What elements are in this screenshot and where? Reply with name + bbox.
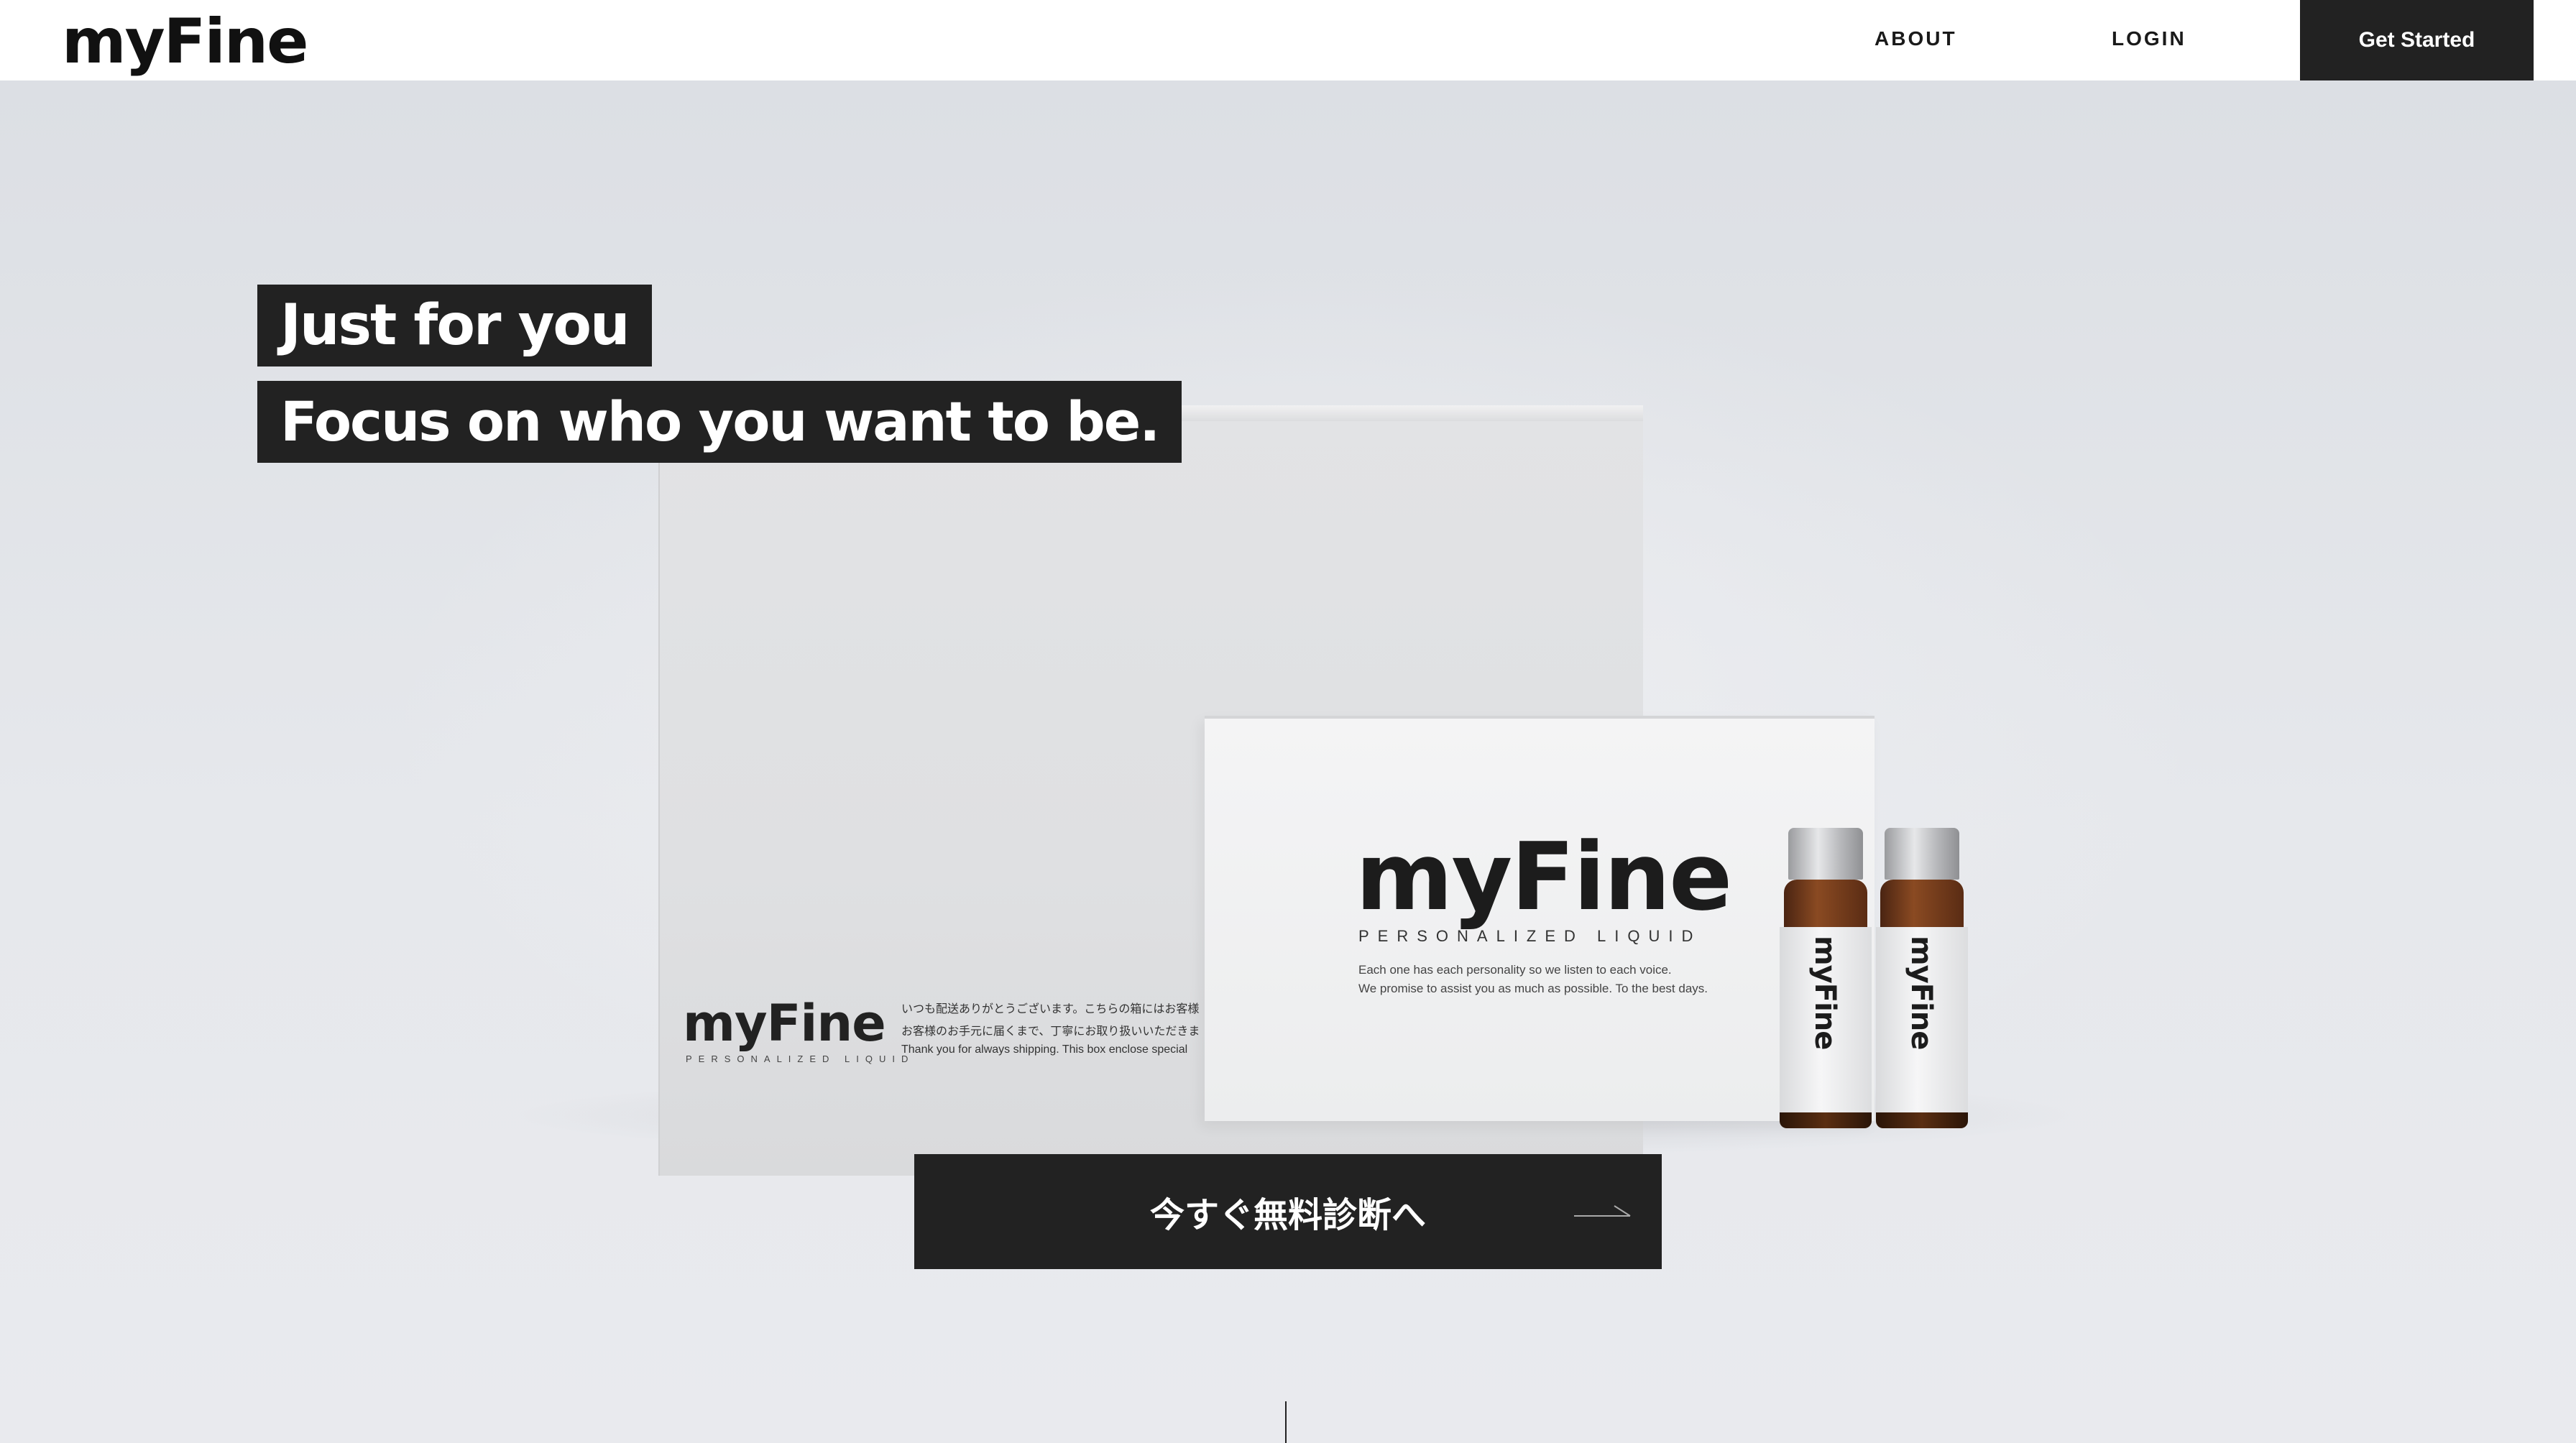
bottle-cap (1885, 828, 1959, 880)
site-logo[interactable]: myFine (62, 7, 308, 76)
hero-section: myFine PERSONALIZED LIQUID いつも配送ありがとうござい… (0, 80, 2576, 1443)
big-box-text-line: Thank you for always shipping. This box … (901, 1043, 1188, 1056)
nav-login-link[interactable]: LOGIN (2112, 24, 2186, 53)
small-box-text-line: We promise to assist you as much as poss… (1358, 982, 1708, 995)
bottle-base (1876, 1112, 1968, 1128)
free-diagnosis-label: 今すぐ無料診断へ (1149, 1195, 1426, 1235)
hero-headline-secondary: Focus on who you want to be. (257, 381, 1182, 463)
bottle-neck (1784, 880, 1867, 927)
bottle-cap (1788, 828, 1863, 880)
product-bottle: myFine (1876, 828, 1968, 1130)
get-started-button[interactable]: Get Started (2300, 0, 2534, 80)
bottle-logo: myFine (1905, 936, 1938, 1050)
product-bottle: myFine (1780, 828, 1872, 1130)
small-box-tagline: PERSONALIZED LIQUID (1358, 927, 1702, 945)
bottle-logo: myFine (1808, 936, 1841, 1050)
hero-headline-primary: Just for you (257, 285, 652, 366)
arrow-right-icon (1574, 1205, 1631, 1217)
big-box-tagline: PERSONALIZED LIQUID (686, 1054, 915, 1064)
scroll-indicator (1285, 1401, 1287, 1443)
free-diagnosis-button[interactable]: 今すぐ無料診断へ (914, 1154, 1662, 1269)
nav-about-link[interactable]: ABOUT (1874, 24, 1957, 53)
small-box-text-line: Each one has each personality so we list… (1358, 963, 1672, 977)
big-box-text-line: いつも配送ありがとうございます。こちらの箱にはお客様 (901, 1003, 1200, 1015)
small-box-logo: myFine (1356, 822, 1732, 931)
big-box-logo: myFine (683, 994, 886, 1053)
product-small-box: myFine PERSONALIZED LIQUID Each one has … (1205, 716, 1874, 1121)
site-header: myFine ABOUT LOGIN Get Started (0, 0, 2576, 80)
bottle-neck (1880, 880, 1964, 927)
bottle-base (1780, 1112, 1872, 1128)
big-box-text-line: お客様のお手元に届くまで、丁寧にお取り扱いいただきま (901, 1025, 1200, 1038)
